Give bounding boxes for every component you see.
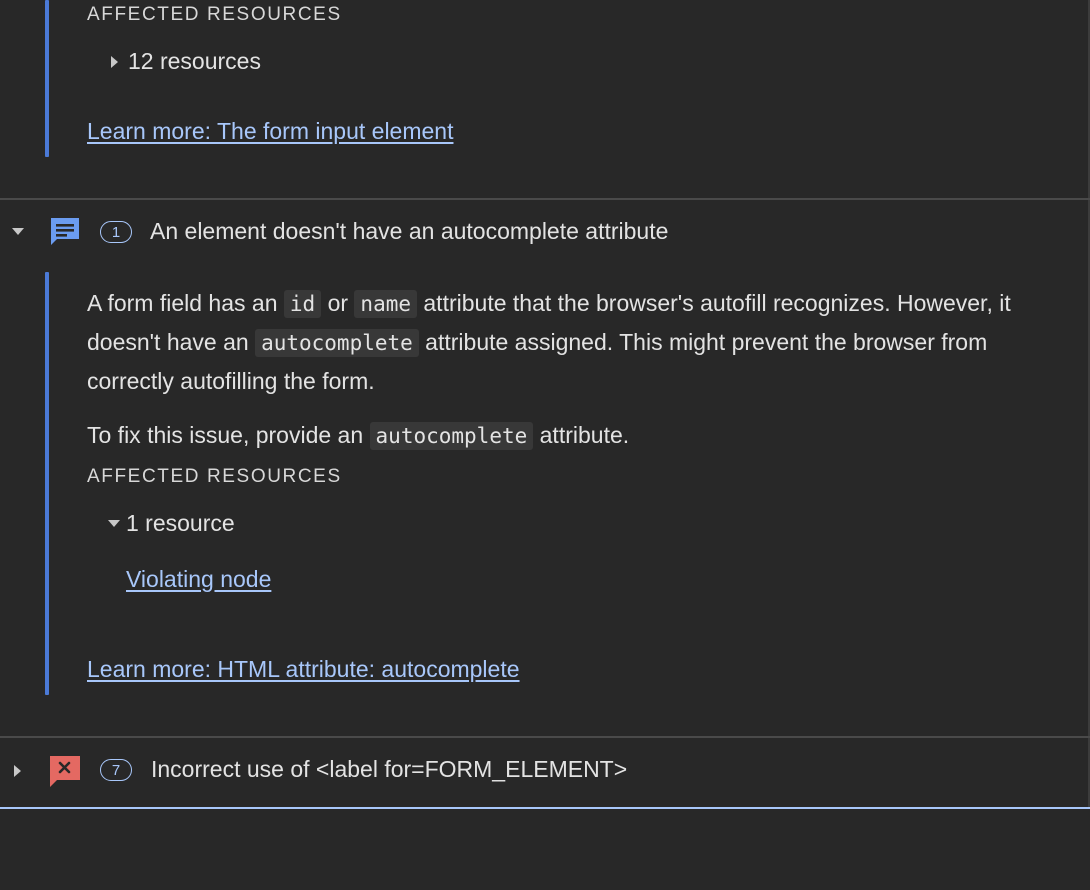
- issue-header-label-for[interactable]: 7 Incorrect use of <label for=FORM_ELEME…: [0, 738, 1088, 808]
- issue-count-badge: 7: [100, 759, 132, 781]
- violating-node-link[interactable]: Violating node: [126, 566, 271, 593]
- resources-toggle-label: 12 resources: [128, 48, 261, 74]
- issue-accent-bar: [45, 272, 49, 695]
- issue-title: Incorrect use of <label for=FORM_ELEMENT…: [151, 756, 628, 782]
- issue-description: A form field has an id or name attribute…: [87, 290, 1011, 394]
- selected-divider: [0, 807, 1090, 809]
- chevron-down-icon: [108, 520, 120, 527]
- resources-toggle[interactable]: 1 resource: [108, 510, 235, 537]
- code-snippet: name: [354, 290, 417, 318]
- code-snippet: autocomplete: [369, 422, 534, 450]
- chevron-right-icon: [14, 765, 21, 777]
- message-icon: [51, 218, 79, 245]
- code-snippet: id: [283, 290, 322, 318]
- resources-toggle-label: 1 resource: [126, 510, 235, 536]
- code-snippet: autocomplete: [255, 329, 419, 357]
- learn-more-link[interactable]: Learn more: HTML attribute: autocomplete: [87, 656, 520, 683]
- issue-fix-description: To fix this issue, provide an autocomple…: [87, 422, 630, 450]
- affected-resources-heading: AFFECTED RESOURCES: [87, 4, 342, 25]
- affected-resources-heading: AFFECTED RESOURCES: [87, 466, 342, 487]
- issue-header-autocomplete[interactable]: 1 An element doesn't have an autocomplet…: [0, 200, 1088, 262]
- issues-panel: AFFECTED RESOURCES 12 resources Learn mo…: [0, 0, 1090, 890]
- chevron-down-icon: [12, 228, 24, 235]
- resources-toggle[interactable]: 12 resources: [111, 48, 261, 75]
- issue-title: An element doesn't have an autocomplete …: [150, 218, 669, 244]
- chevron-right-icon: [111, 55, 118, 68]
- issue-accent-bar: [45, 0, 49, 157]
- issue-count-badge: 1: [100, 221, 132, 243]
- error-x-icon: [50, 756, 80, 787]
- learn-more-link[interactable]: Learn more: The form input element: [87, 118, 453, 145]
